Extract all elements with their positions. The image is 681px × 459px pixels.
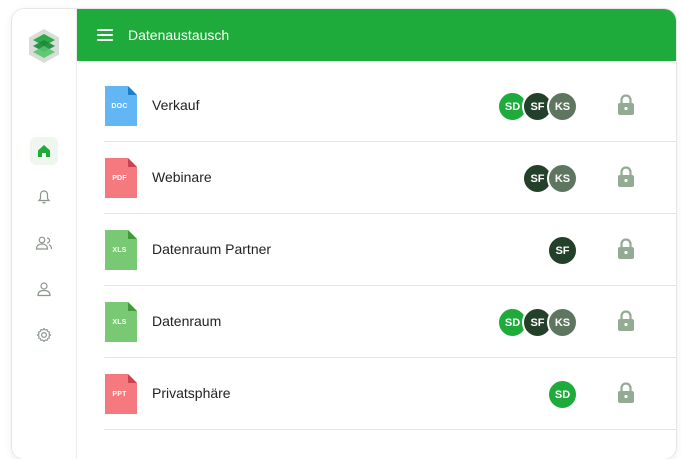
- file-pdf-icon: PDF: [105, 158, 137, 198]
- lock-icon[interactable]: [617, 238, 635, 260]
- sidebar-item-home[interactable]: [30, 137, 58, 165]
- home-icon: [38, 145, 50, 157]
- member-avatars: KS SF SD: [497, 91, 578, 122]
- member-avatars: KS SF SD: [497, 307, 578, 338]
- sidebar: [12, 9, 77, 459]
- bell-icon: [37, 190, 51, 204]
- lock-icon[interactable]: [617, 166, 635, 188]
- file-ppt-icon: PPT: [105, 374, 137, 414]
- top-bar: Datenaustausch: [77, 9, 676, 61]
- file-type-label: PDF: [112, 175, 127, 182]
- avatar[interactable]: SF: [547, 235, 578, 266]
- file-name[interactable]: Verkauf: [152, 97, 199, 113]
- file-row[interactable]: DOC Verkauf KS SF SD: [104, 70, 676, 142]
- avatar[interactable]: KS: [547, 91, 578, 122]
- member-avatars: KS SF: [522, 163, 578, 194]
- user-icon: [37, 282, 51, 297]
- lock-icon[interactable]: [617, 310, 635, 332]
- file-row[interactable]: PDF Webinare KS SF: [104, 142, 676, 214]
- file-name[interactable]: Datenraum Partner: [152, 241, 271, 257]
- file-xls-icon: XLS: [105, 302, 137, 342]
- sidebar-item-settings[interactable]: [30, 321, 58, 349]
- file-name[interactable]: Webinare: [152, 169, 212, 185]
- page-title: Datenaustausch: [128, 27, 230, 43]
- menu-icon[interactable]: [97, 29, 113, 41]
- file-row[interactable]: PPT Privatsphäre SD: [104, 358, 676, 430]
- member-avatars: SD: [547, 379, 578, 410]
- app-logo-icon[interactable]: [28, 28, 60, 64]
- file-name[interactable]: Privatsphäre: [152, 385, 231, 401]
- avatar[interactable]: KS: [547, 163, 578, 194]
- lock-icon[interactable]: [617, 94, 635, 116]
- gear-icon: [36, 327, 52, 343]
- file-type-label: PPT: [112, 391, 127, 398]
- member-avatars: SF: [547, 235, 578, 266]
- sidebar-item-team[interactable]: [30, 229, 58, 257]
- avatar[interactable]: SD: [547, 379, 578, 410]
- avatar[interactable]: KS: [547, 307, 578, 338]
- lock-icon[interactable]: [617, 382, 635, 404]
- file-type-label: XLS: [112, 247, 127, 254]
- file-xls-icon: XLS: [105, 230, 137, 270]
- main-content: Datenaustausch DOC Verkauf KS SF SD PDF Webina…: [77, 9, 676, 459]
- file-type-label: XLS: [112, 319, 127, 326]
- sidebar-item-notifications[interactable]: [30, 183, 58, 211]
- file-type-label: DOC: [111, 103, 128, 110]
- sidebar-item-profile[interactable]: [30, 275, 58, 303]
- file-row[interactable]: XLS Datenraum Partner SF: [104, 214, 676, 286]
- users-icon: [35, 236, 53, 250]
- file-name[interactable]: Datenraum: [152, 313, 221, 329]
- file-doc-icon: DOC: [105, 86, 137, 126]
- file-list: DOC Verkauf KS SF SD PDF Webinare KS SF XLS Datenr…: [104, 70, 676, 430]
- file-row[interactable]: XLS Datenraum KS SF SD: [104, 286, 676, 358]
- app-window: Datenaustausch DOC Verkauf KS SF SD PDF Webina…: [12, 9, 676, 459]
